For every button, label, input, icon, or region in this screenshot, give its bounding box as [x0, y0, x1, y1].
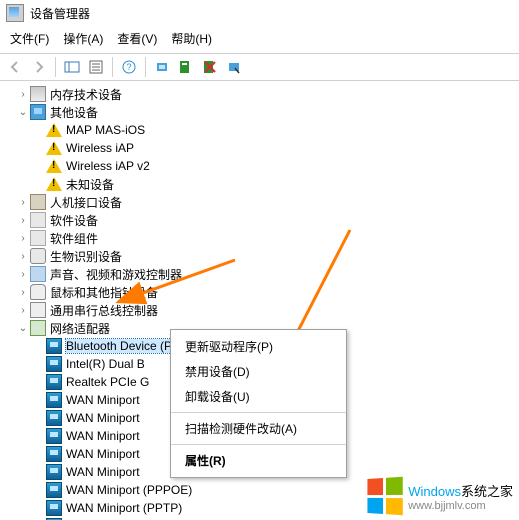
context-menu: 更新驱动程序(P) 禁用设备(D) 卸载设备(U) 扫描检测硬件改动(A) 属性…: [170, 329, 347, 478]
watermark: Windows系统之家 www.bjjmlv.com: [366, 478, 513, 514]
context-update-driver[interactable]: 更新驱动程序(P): [171, 334, 346, 359]
context-uninstall-device[interactable]: 卸载设备(U): [171, 384, 346, 409]
context-scan-hardware[interactable]: 扫描检测硬件改动(A): [171, 416, 346, 441]
context-menu-separator: [171, 444, 346, 445]
context-disable-device[interactable]: 禁用设备(D): [171, 359, 346, 384]
context-menu-separator: [171, 412, 346, 413]
context-properties[interactable]: 属性(R): [171, 448, 346, 473]
windows-logo-icon: [368, 477, 403, 515]
watermark-url: www.bjjmlv.com: [408, 500, 513, 512]
watermark-brand: Windows系统之家: [408, 481, 513, 500]
